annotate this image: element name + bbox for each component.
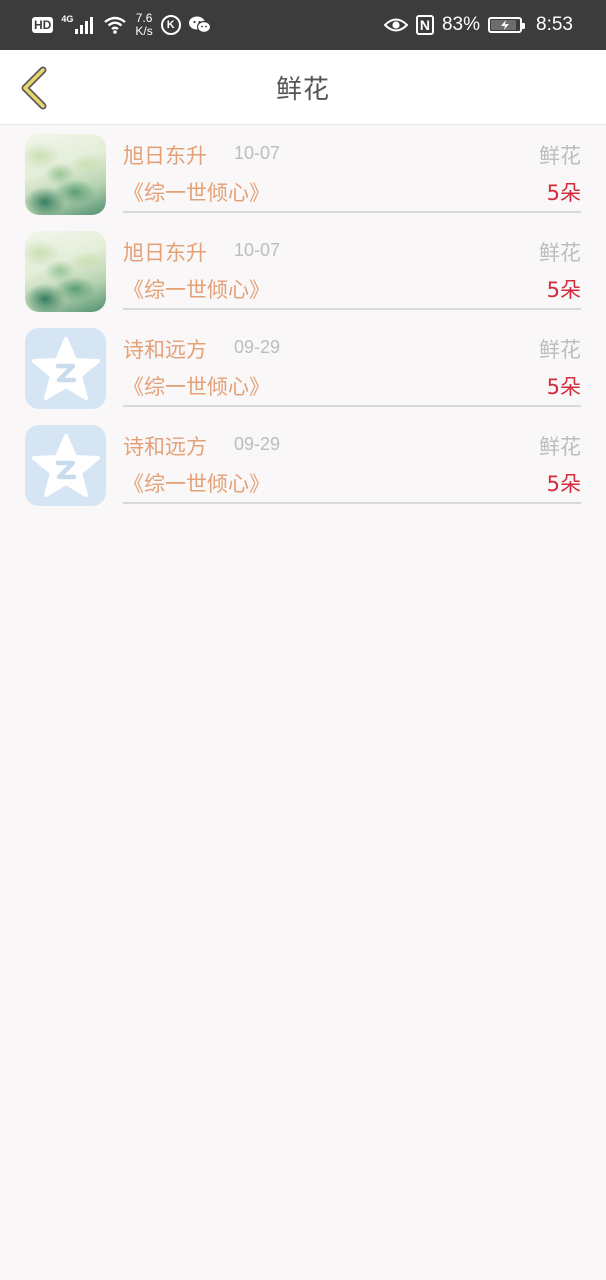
gift-type: 鲜花	[539, 241, 581, 265]
status-left: HD 4G 7.6 K/s K	[32, 12, 211, 38]
list-item[interactable]: 旭日东升 10-07 鲜花 《综一世倾心》 5朵	[0, 125, 606, 222]
gift-amount: 5朵	[546, 278, 581, 302]
network-type-label: 4G	[61, 14, 74, 24]
status-bar: HD 4G 7.6 K/s K N 83% 8:53	[0, 0, 606, 50]
battery-icon	[488, 17, 526, 33]
chevron-left-icon	[21, 66, 47, 110]
book-title-link[interactable]: 《综一世倾心》	[123, 468, 270, 498]
book-title-link[interactable]: 《综一世倾心》	[123, 177, 270, 207]
record-date: 10-07	[234, 240, 281, 260]
avatar	[25, 328, 106, 409]
sender-name: 旭日东升	[123, 144, 207, 168]
nav-bar: 鲜花	[0, 50, 606, 125]
clock-time: 8:53	[536, 14, 573, 35]
eye-comfort-icon	[383, 18, 408, 32]
list-item[interactable]: 诗和远方 09-29 鲜花 《综一世倾心》 5朵	[0, 319, 606, 416]
network-speed-unit: K/s	[135, 24, 153, 38]
list-item-content: 旭日东升 10-07 鲜花 《综一世倾心》 5朵	[123, 125, 581, 213]
avatar	[25, 134, 106, 215]
back-button[interactable]	[14, 64, 54, 112]
gift-amount: 5朵	[546, 375, 581, 399]
list-item-content: 诗和远方 09-29 鲜花 《综一世倾心》 5朵	[123, 416, 581, 504]
list-item[interactable]: 旭日东升 10-07 鲜花 《综一世倾心》 5朵	[0, 222, 606, 319]
list-item-content: 诗和远方 09-29 鲜花 《综一世倾心》 5朵	[123, 319, 581, 407]
battery-percent: 83%	[441, 14, 481, 35]
qq-star-logo-icon	[31, 433, 100, 497]
book-title-link[interactable]: 《综一世倾心》	[123, 274, 270, 304]
record-date: 09-29	[234, 337, 281, 357]
hd-badge: HD	[32, 17, 54, 33]
record-date: 10-07	[234, 143, 281, 163]
sender-name: 旭日东升	[123, 241, 207, 265]
avatar	[25, 231, 106, 312]
nfc-icon: N	[415, 15, 434, 35]
qq-star-logo-icon	[31, 336, 100, 400]
gift-type: 鲜花	[539, 338, 581, 362]
network-speed: 7.6 K/s	[135, 12, 152, 38]
page-title: 鲜花	[275, 74, 330, 105]
k-app-icon: K	[160, 15, 181, 35]
wechat-icon	[188, 16, 211, 34]
charging-bolt-icon	[501, 20, 510, 30]
wifi-icon	[104, 16, 127, 34]
flower-record-list: 旭日东升 10-07 鲜花 《综一世倾心》 5朵 旭日东升 10-07 鲜花 《…	[0, 125, 606, 513]
list-item-content: 旭日东升 10-07 鲜花 《综一世倾心》 5朵	[123, 222, 581, 310]
list-item[interactable]: 诗和远方 09-29 鲜花 《综一世倾心》 5朵	[0, 416, 606, 513]
record-date: 09-29	[234, 434, 281, 454]
avatar	[25, 425, 106, 506]
signal-icon	[75, 17, 94, 34]
book-title-link[interactable]: 《综一世倾心》	[123, 371, 270, 401]
gift-type: 鲜花	[539, 144, 581, 168]
status-right: N 83% 8:53	[383, 14, 573, 36]
gift-amount: 5朵	[546, 472, 581, 496]
sender-name: 诗和远方	[123, 338, 207, 362]
gift-type: 鲜花	[539, 435, 581, 459]
sender-name: 诗和远方	[123, 435, 207, 459]
gift-amount: 5朵	[546, 181, 581, 205]
